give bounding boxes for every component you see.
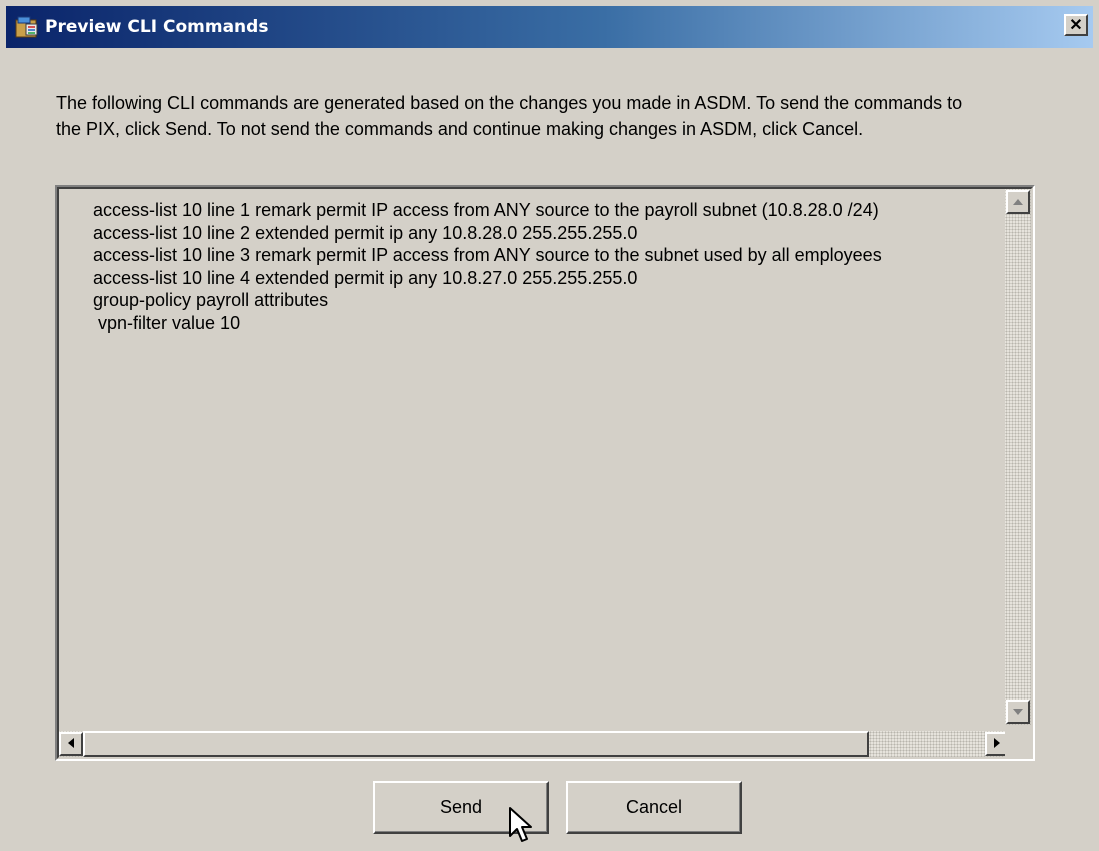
arrow-down-icon — [1013, 707, 1023, 718]
mouse-pointer-icon — [508, 806, 536, 846]
arrow-right-icon — [994, 737, 1000, 751]
instructions-text: The following CLI commands are generated… — [56, 93, 963, 139]
arrow-left-icon — [68, 737, 74, 751]
horizontal-scrollbar[interactable] — [59, 731, 1009, 757]
scroll-up-button[interactable] — [1006, 190, 1030, 214]
command-line: access-list 10 line 2 extended permit ip… — [93, 222, 638, 243]
window-title: Preview CLI Commands — [45, 17, 269, 37]
preview-cli-dialog: Preview CLI Commands ✕ The following CLI… — [0, 0, 1099, 846]
arrow-up-icon — [1013, 197, 1023, 208]
scroll-down-button[interactable] — [1006, 700, 1030, 724]
command-line: group-policy payroll attributes — [93, 290, 329, 310]
horizontal-scroll-thumb[interactable] — [83, 731, 869, 757]
command-line: access-list 10 line 1 remark permit IP a… — [93, 200, 879, 220]
scrollbar-corner — [1005, 731, 1031, 757]
command-line: vpn-filter value 10 — [93, 312, 241, 333]
close-icon: ✕ — [1069, 17, 1083, 34]
command-line: access-list 10 line 3 remark permit IP a… — [93, 245, 882, 265]
command-line: access-list 10 line 4 extended permit ip… — [93, 267, 638, 288]
cancel-button[interactable]: Cancel — [566, 781, 742, 834]
app-icon — [14, 14, 40, 40]
commands-list[interactable]: access-list 10 line 1 remark permit IP a… — [59, 189, 1027, 725]
commands-textarea[interactable]: access-list 10 line 1 remark permit IP a… — [55, 185, 1035, 761]
title-bar[interactable]: Preview CLI Commands ✕ — [6, 6, 1093, 48]
close-button[interactable]: ✕ — [1064, 14, 1088, 36]
vertical-scrollbar[interactable] — [1005, 189, 1031, 725]
commands-textarea-inner: access-list 10 line 1 remark permit IP a… — [57, 187, 1033, 759]
scroll-left-button[interactable] — [59, 732, 83, 756]
